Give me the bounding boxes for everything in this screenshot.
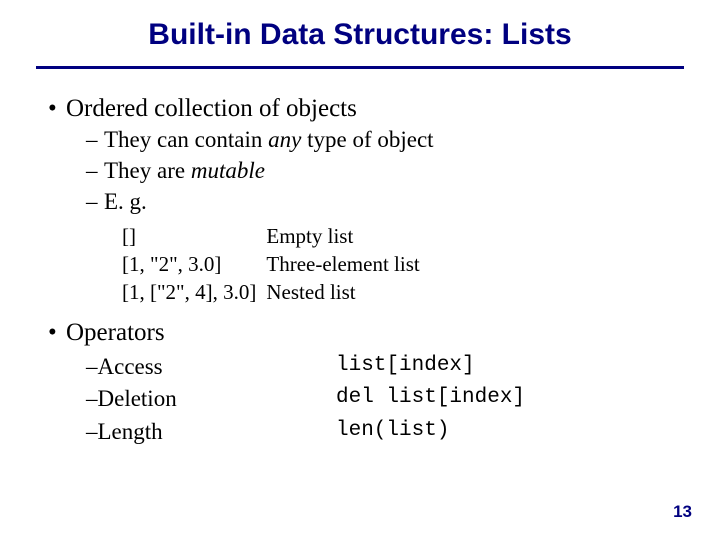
- op-label: –Length: [86, 416, 336, 449]
- page-number: 13: [673, 502, 692, 522]
- slide-title: Built-in Data Structures: Lists: [0, 0, 720, 60]
- op-code: list[index]: [336, 351, 690, 384]
- dash-icon: –: [86, 188, 104, 217]
- bullet-operators: •Operators: [48, 317, 690, 348]
- op-code: len(list): [336, 416, 690, 449]
- example-desc: Three-element list: [266, 251, 429, 279]
- sub-eg-text: E. g.: [104, 189, 147, 214]
- dash-icon: –: [86, 126, 104, 155]
- dash-icon: –: [86, 157, 104, 186]
- slide: Built-in Data Structures: Lists •Ordered…: [0, 0, 720, 540]
- bullet-ordered-text: Ordered collection of objects: [66, 95, 357, 122]
- sub-contain-em: any: [268, 127, 301, 152]
- bullet-ordered: •Ordered collection of objects: [48, 93, 690, 124]
- dash-icon: –: [86, 386, 98, 411]
- bullet-dot-icon: •: [48, 317, 66, 348]
- table-row: [1, "2", 3.0] Three-element list: [122, 251, 430, 279]
- example-code: [1, ["2", 4], 3.0]: [122, 279, 266, 307]
- bullet-dot-icon: •: [48, 93, 66, 124]
- examples-table: [] Empty list [1, "2", 3.0] Three-elemen…: [122, 223, 430, 308]
- dash-icon: –: [86, 419, 98, 444]
- example-desc: Nested list: [266, 279, 429, 307]
- sub-contain: –They can contain any type of object: [86, 126, 690, 155]
- op-label-text: Access: [98, 354, 163, 379]
- op-label-text: Deletion: [98, 386, 177, 411]
- op-code: del list[index]: [336, 383, 690, 416]
- examples-block: [] Empty list [1, "2", 3.0] Three-elemen…: [122, 223, 690, 308]
- sub-mutable-em: mutable: [191, 158, 265, 183]
- bullet-operators-text: Operators: [66, 319, 165, 346]
- sub-contain-post: type of object: [301, 127, 433, 152]
- example-desc: Empty list: [266, 223, 429, 251]
- op-label: –Access: [86, 351, 336, 384]
- table-row: –Access list[index]: [86, 351, 690, 384]
- sub-contain-pre: They can contain: [104, 127, 268, 152]
- dash-icon: –: [86, 354, 98, 379]
- example-code: [1, "2", 3.0]: [122, 251, 266, 279]
- example-code: []: [122, 223, 266, 251]
- sub-mutable: –They are mutable: [86, 157, 690, 186]
- sub-eg: –E. g.: [86, 188, 690, 217]
- sub-mutable-pre: They are: [104, 158, 191, 183]
- op-label: –Deletion: [86, 383, 336, 416]
- operators-block: –Access list[index] –Deletion del list[i…: [86, 351, 690, 449]
- table-row: –Deletion del list[index]: [86, 383, 690, 416]
- slide-body: •Ordered collection of objects –They can…: [0, 69, 720, 449]
- table-row: [1, ["2", 4], 3.0] Nested list: [122, 279, 430, 307]
- operators-table: –Access list[index] –Deletion del list[i…: [86, 351, 690, 449]
- table-row: [] Empty list: [122, 223, 430, 251]
- table-row: –Length len(list): [86, 416, 690, 449]
- op-label-text: Length: [98, 419, 163, 444]
